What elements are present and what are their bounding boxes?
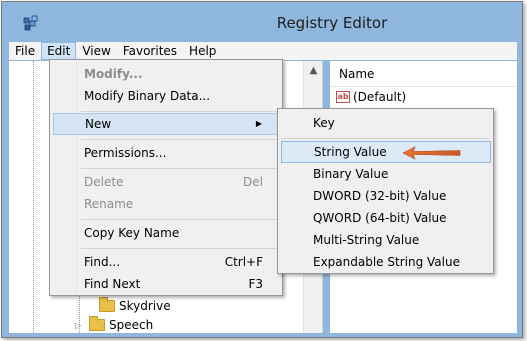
menu-bar: File Edit View Favorites Help: [9, 42, 517, 60]
tree-node-label: Skydrive: [119, 299, 171, 313]
menu-item-find-next[interactable]: Find Next F3: [53, 273, 279, 295]
menu-file[interactable]: File: [9, 42, 41, 60]
menu-separator: [281, 138, 490, 139]
window-title: Registry Editor: [276, 14, 388, 32]
column-header-name[interactable]: Name: [330, 61, 517, 87]
menu-item-label: New: [85, 117, 112, 131]
menu-item-shortcut: Ctrl+F: [224, 255, 263, 269]
menu-item-permissions[interactable]: Permissions...: [53, 142, 279, 164]
menu-item-label: Expandable String Value: [313, 255, 460, 269]
menu-edit[interactable]: Edit: [41, 42, 77, 60]
menu-item-modify[interactable]: Modify...: [53, 63, 279, 85]
menu-item-label: Binary Value: [313, 167, 389, 181]
menu-item-label: Find...: [84, 255, 121, 269]
menu-item-label: Copy Key Name: [84, 226, 180, 240]
menu-item-shortcut: Del: [243, 175, 263, 189]
menu-item-new-qword-value[interactable]: QWORD (64-bit) Value: [281, 207, 491, 229]
title-bar: Registry Editor: [2, 2, 522, 42]
menu-view[interactable]: View: [76, 42, 116, 60]
menu-item-label: Permissions...: [84, 146, 167, 160]
menu-separator: [81, 248, 279, 249]
menu-item-rename[interactable]: Rename: [53, 193, 279, 215]
menu-help[interactable]: Help: [183, 42, 222, 60]
menu-item-label: Modify Binary Data...: [84, 89, 211, 103]
submenu-arrow-icon: ▶: [255, 119, 262, 128]
menu-item-new-dword-value[interactable]: DWORD (32-bit) Value: [281, 185, 491, 207]
menu-item-new-expandable-string-value[interactable]: Expandable String Value: [281, 251, 491, 273]
menu-item-new-multi-string-value[interactable]: Multi-String Value: [281, 229, 491, 251]
menu-separator: [81, 111, 279, 112]
menu-item-copy-key-name[interactable]: Copy Key Name: [53, 222, 279, 244]
menu-item-label: Find Next: [84, 277, 141, 291]
menu-item-label: Modify...: [84, 67, 143, 81]
menu-item-label: DWORD (32-bit) Value: [313, 189, 447, 203]
menu-item-label: Key: [313, 116, 335, 130]
pointer-arrow-icon: [402, 146, 461, 160]
expand-arrow-icon[interactable]: ▷: [75, 321, 85, 330]
menu-item-new-binary-value[interactable]: Binary Value: [281, 163, 491, 185]
menu-item-label: QWORD (64-bit) Value: [313, 211, 447, 225]
value-row-default[interactable]: ab (Default): [336, 88, 406, 106]
new-submenu: Key String Value Binary Value DWORD (32-…: [277, 108, 494, 274]
menu-item-label: Multi-String Value: [313, 233, 420, 247]
menu-item-new[interactable]: New ▶: [53, 113, 279, 135]
value-name: (Default): [353, 90, 407, 104]
folder-icon: [99, 297, 115, 312]
menu-item-find[interactable]: Find... Ctrl+F: [53, 251, 279, 273]
scroll-up-icon[interactable]: ▲: [304, 65, 323, 77]
tree-guide-line: [33, 61, 34, 333]
menu-separator: [81, 168, 279, 169]
menu-separator: [81, 219, 279, 220]
menu-item-delete[interactable]: Delete Del: [53, 171, 279, 193]
menu-item-label: Delete: [84, 175, 124, 189]
menu-item-label: Rename: [84, 197, 134, 211]
tree-node-skydrive[interactable]: Skydrive: [85, 297, 171, 315]
tree-node-label: Speech: [109, 318, 154, 332]
menu-item-new-key[interactable]: Key: [281, 112, 491, 134]
menu-item-modify-binary[interactable]: Modify Binary Data...: [53, 85, 279, 107]
menu-favorites[interactable]: Favorites: [117, 42, 183, 60]
menu-separator: [81, 139, 279, 140]
string-value-icon: ab: [336, 91, 350, 103]
folder-icon: [89, 316, 105, 331]
tree-node-speech[interactable]: ▷ Speech: [75, 316, 153, 334]
edit-menu: Modify... Modify Binary Data... New ▶ Pe…: [49, 59, 283, 296]
menu-item-shortcut: F3: [248, 277, 263, 291]
menu-item-label: String Value: [314, 145, 387, 159]
